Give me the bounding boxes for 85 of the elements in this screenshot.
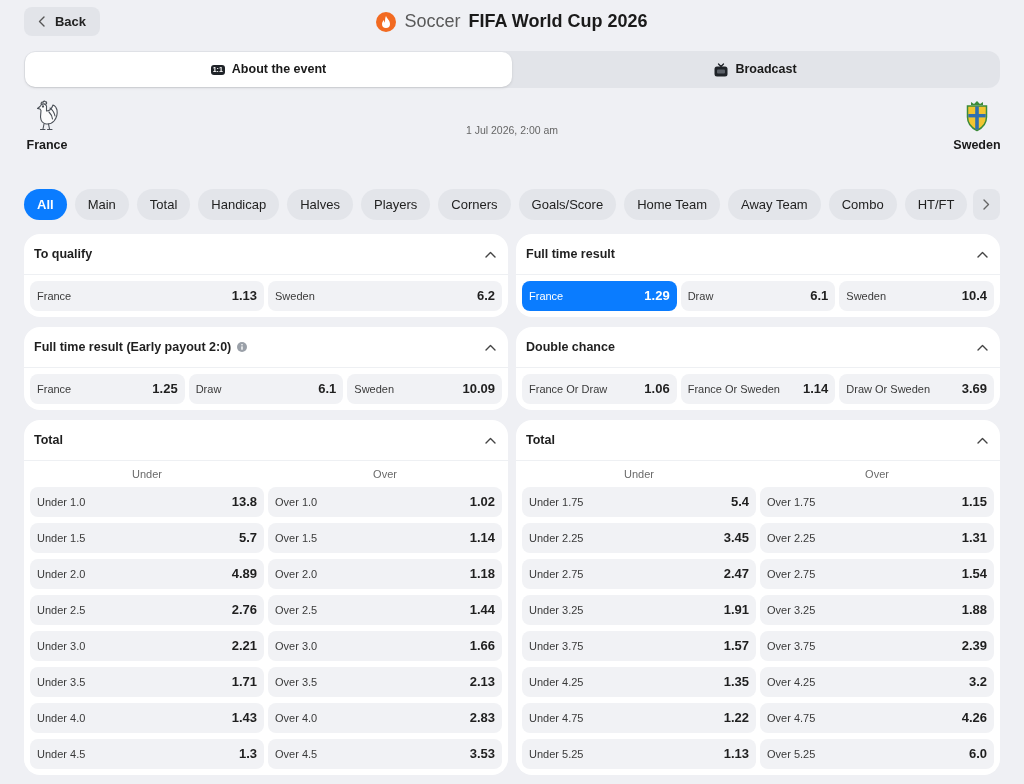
odds-button[interactable]: Sweden 10.09 [347, 374, 502, 404]
odds-button[interactable]: Under 2.75 2.47 [522, 559, 756, 589]
filter-chip[interactable]: Players [360, 189, 431, 220]
shield-crest-icon [966, 99, 988, 132]
odds-button[interactable]: Draw 6.1 [680, 281, 836, 311]
filter-chip[interactable]: Away Team [727, 189, 821, 220]
odds-button[interactable]: Under 3.25 1.91 [522, 595, 756, 625]
column-header: Over [864, 466, 890, 482]
odds-button[interactable]: Over 2.75 1.54 [760, 559, 994, 589]
event-title: FIFA World Cup 2026 [468, 10, 648, 33]
odds-button[interactable]: Under 1.5 5.7 [30, 523, 264, 553]
chevron-right-icon [983, 199, 990, 210]
odds-button[interactable]: Under 5.25 1.13 [522, 739, 756, 769]
odds-button[interactable]: Under 4.75 1.22 [522, 703, 756, 733]
chevron-up-icon[interactable] [485, 250, 496, 258]
odds-button[interactable]: Over 3.0 1.66 [268, 631, 502, 661]
odds-button[interactable]: France Or Draw 1.06 [522, 374, 677, 404]
odds-button[interactable]: Over 2.0 1.18 [268, 559, 502, 589]
market-title: Full time result (Early payout 2:0) [34, 338, 232, 356]
match-date: 1 Jul 2026, 2:00 am [465, 123, 559, 138]
tv-icon [714, 62, 729, 77]
odds-button[interactable]: Over 3.5 2.13 [268, 667, 502, 697]
odds-button[interactable]: Sweden 10.4 [839, 281, 994, 311]
market-title: Full time result [526, 245, 615, 263]
odds-button[interactable]: Over 4.75 4.26 [760, 703, 994, 733]
odds-button[interactable]: Under 3.0 2.21 [30, 631, 264, 661]
odds-button[interactable]: France 1.29 [522, 281, 677, 311]
chevron-up-icon[interactable] [977, 343, 988, 351]
odds-button[interactable]: Over 3.75 2.39 [760, 631, 994, 661]
column-header: Over [372, 466, 398, 482]
odds-button[interactable]: Over 1.0 1.02 [268, 487, 502, 517]
odds-button[interactable]: Under 2.5 2.76 [30, 595, 264, 625]
odds-button[interactable]: Draw Or Sweden 3.69 [839, 374, 994, 404]
market-title: Double chance [526, 338, 615, 356]
odds-button[interactable]: Under 1.0 13.8 [30, 487, 264, 517]
odds-button[interactable]: Over 4.0 2.83 [268, 703, 502, 733]
odds-button[interactable]: Under 3.75 1.57 [522, 631, 756, 661]
odds-button[interactable]: Over 1.5 1.14 [268, 523, 502, 553]
back-button[interactable]: Back [24, 7, 100, 36]
odds-button[interactable]: Under 2.0 4.89 [30, 559, 264, 589]
odds-button[interactable]: Under 3.5 1.71 [30, 667, 264, 697]
odds-button[interactable]: Under 4.5 1.3 [30, 739, 264, 769]
odds-button[interactable]: Under 4.0 1.43 [30, 703, 264, 733]
filter-chip[interactable]: Goals/Score [518, 189, 617, 220]
market-title: Total [526, 431, 555, 449]
filter-chip[interactable]: Halves [287, 189, 353, 220]
tab[interactable]: Broadcast [512, 52, 999, 87]
team-name: France [26, 137, 68, 154]
odds-button[interactable]: Over 3.25 1.88 [760, 595, 994, 625]
odds-button[interactable]: Over 5.25 6.0 [760, 739, 994, 769]
odds-button[interactable]: France 1.13 [30, 281, 264, 311]
sport-label: Soccer [404, 10, 461, 33]
chevron-up-icon[interactable] [977, 436, 988, 444]
odds-button[interactable]: Under 2.25 3.45 [522, 523, 756, 553]
filter-chip[interactable]: Home Team [624, 189, 720, 220]
chevron-left-icon [37, 16, 45, 27]
rooster-icon [34, 99, 60, 132]
filter-chip[interactable]: All [24, 189, 67, 220]
filter-chip[interactable]: Total [136, 189, 191, 220]
odds-button[interactable]: Under 4.25 1.35 [522, 667, 756, 697]
market-title: Total [34, 431, 63, 449]
column-header: Under [131, 466, 163, 482]
filter-chip[interactable]: Handicap [198, 189, 280, 220]
filter-chip[interactable]: Combo [828, 189, 897, 220]
odds-button[interactable]: Sweden 6.2 [268, 281, 502, 311]
odds-button[interactable]: Over 1.75 1.15 [760, 487, 994, 517]
odds-button[interactable]: Over 4.5 3.53 [268, 739, 502, 769]
chevron-up-icon[interactable] [977, 250, 988, 258]
odds-button[interactable]: Under 1.75 5.4 [522, 487, 756, 517]
team-name: Sweden [953, 137, 1001, 154]
fire-icon [376, 11, 397, 32]
filter-chip[interactable]: Corners [438, 189, 511, 220]
odds-button[interactable]: France Or Sweden 1.14 [680, 374, 836, 404]
odds-button[interactable]: France 1.25 [30, 374, 185, 404]
odds-button[interactable]: Over 2.25 1.31 [760, 523, 994, 553]
filter-chip[interactable]: HT/FT [904, 189, 968, 220]
market-title: To qualify [34, 245, 93, 263]
chevron-up-icon[interactable] [485, 343, 496, 351]
info-icon[interactable] [237, 342, 248, 352]
chevron-up-icon[interactable] [485, 436, 496, 444]
column-header: Under [623, 466, 655, 482]
odds-button[interactable]: Draw 6.1 [188, 374, 344, 404]
filter-chip[interactable]: Main [74, 189, 129, 220]
odds-button[interactable]: Over 2.5 1.44 [268, 595, 502, 625]
odds-button[interactable]: Over 4.25 3.2 [760, 667, 994, 697]
